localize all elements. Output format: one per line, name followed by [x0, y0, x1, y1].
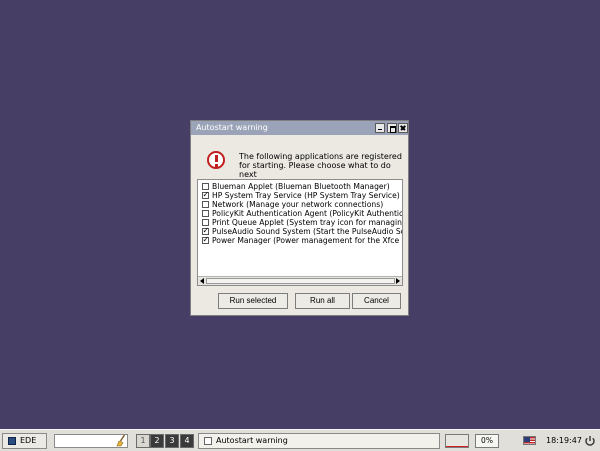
workspace-2-button[interactable]: 2: [150, 434, 164, 448]
scroll-right-icon[interactable]: [396, 278, 400, 284]
task-label: Autostart warning: [216, 436, 288, 445]
power-icon[interactable]: [584, 435, 596, 447]
workspace-3-button[interactable]: 3: [165, 434, 179, 448]
list-item-label: Print Queue Applet (System tray icon for…: [212, 218, 402, 227]
list-item[interactable]: PolicyKit Authentication Agent (PolicyKi…: [200, 209, 402, 218]
taskbar: EDE 1 2 3 4 Autostart warning 0% 18:19:4…: [0, 429, 600, 451]
list-item[interactable]: PulseAudio Sound System (Start the Pulse…: [200, 227, 402, 236]
battery-indicator[interactable]: 0%: [475, 434, 499, 448]
run-all-button[interactable]: Run all: [295, 293, 350, 309]
broom-icon[interactable]: [116, 434, 126, 447]
start-menu-button[interactable]: EDE: [2, 433, 47, 449]
workspace-1-button[interactable]: 1: [136, 434, 150, 448]
exclamation-icon: [207, 151, 225, 169]
window-icon: [204, 437, 212, 445]
scrollbar-thumb[interactable]: [206, 278, 395, 284]
horizontal-scrollbar[interactable]: [198, 276, 402, 285]
checkbox[interactable]: [202, 191, 209, 199]
list-item[interactable]: HP System Tray Service (HP System Tray S…: [200, 191, 402, 200]
us-flag-icon[interactable]: [523, 436, 536, 445]
autostart-list[interactable]: Blueman Applet (Blueman Bluetooth Manage…: [197, 179, 403, 286]
checkbox[interactable]: [202, 227, 209, 235]
clock[interactable]: 18:19:47: [546, 436, 582, 446]
list-item[interactable]: Network (Manage your network connections…: [200, 200, 402, 209]
list-item[interactable]: Blueman Applet (Blueman Bluetooth Manage…: [200, 182, 402, 191]
start-label: EDE: [20, 436, 37, 445]
list-item-label: Power Manager (Power management for the …: [212, 236, 402, 245]
dialog-title: Autostart warning: [196, 123, 268, 132]
cpu-meter: [445, 434, 469, 448]
ede-logo-icon: [8, 437, 16, 445]
run-selected-button[interactable]: Run selected: [218, 293, 288, 309]
autostart-dialog: Autostart warning The following applicat…: [190, 120, 409, 316]
dialog-message: The following applications are registere…: [239, 152, 402, 179]
checkbox[interactable]: [202, 183, 209, 190]
list-item-label: Blueman Applet (Blueman Bluetooth Manage…: [212, 182, 390, 191]
checkbox[interactable]: [202, 236, 209, 244]
dialog-titlebar[interactable]: Autostart warning: [191, 121, 408, 135]
scroll-left-icon[interactable]: [200, 278, 204, 284]
list-item-label: Network (Manage your network connections…: [212, 200, 384, 209]
checkbox[interactable]: [202, 201, 209, 208]
list-item-label: PulseAudio Sound System (Start the Pulse…: [212, 227, 402, 236]
checkbox[interactable]: [202, 210, 209, 217]
list-item[interactable]: Print Queue Applet (System tray icon for…: [200, 218, 402, 227]
workspace-4-button[interactable]: 4: [180, 434, 194, 448]
close-icon[interactable]: [398, 123, 408, 133]
cancel-button[interactable]: Cancel: [352, 293, 401, 309]
minimize-icon[interactable]: [375, 123, 385, 133]
list-item-label: PolicyKit Authentication Agent (PolicyKi…: [212, 209, 402, 218]
list-item[interactable]: Power Manager (Power management for the …: [200, 236, 402, 245]
checkbox[interactable]: [202, 219, 209, 226]
list-item-label: HP System Tray Service (HP System Tray S…: [212, 191, 400, 200]
taskbar-task-autostart[interactable]: Autostart warning: [198, 433, 440, 449]
maximize-icon[interactable]: [387, 123, 397, 133]
